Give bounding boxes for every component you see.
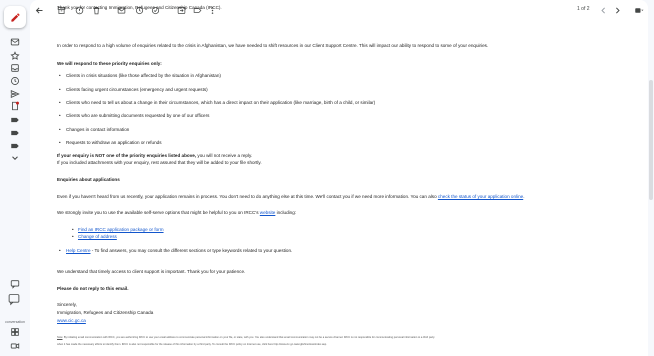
chevron-down-icon[interactable]	[9, 152, 21, 164]
website-link[interactable]: website	[260, 210, 276, 215]
newer-icon[interactable]	[598, 5, 608, 15]
understand-line: We understand that timely access to clie…	[57, 269, 246, 274]
clock-icon[interactable]	[9, 75, 21, 87]
invite-paragraph: We strongly invite you to use the availa…	[57, 210, 296, 216]
bullet: •	[59, 100, 61, 105]
status-end: .	[523, 194, 525, 199]
help-centre-line: Help Centre - To find answers, you may c…	[66, 248, 292, 254]
change-address-link[interactable]: Change of address	[78, 234, 117, 240]
help-centre-rest: - To find answers, you may consult the d…	[90, 248, 293, 253]
do-not-reply: Please do not reply to this email.	[57, 286, 129, 291]
inbox-alt-icon[interactable]	[9, 62, 21, 74]
older-icon[interactable]	[612, 5, 622, 15]
left-rail: conversation	[0, 0, 30, 356]
sincerely: Sincerely,	[57, 302, 77, 307]
compose-button[interactable]	[4, 6, 26, 28]
inbox-icon[interactable]	[9, 36, 21, 48]
scroll-thumb[interactable]	[649, 80, 653, 200]
chat-icon[interactable]	[9, 278, 21, 290]
greeting-line: Thank you for contacting Immigration, Re…	[57, 5, 222, 10]
star-icon[interactable]	[9, 50, 21, 62]
attachments-line: If you included attachments with your en…	[57, 160, 262, 165]
bullet: •	[59, 73, 61, 78]
note-line-1: Note: By initiating email communication …	[57, 336, 435, 339]
pencil-icon	[10, 12, 20, 22]
signature-link[interactable]: www.cic.gc.ca	[57, 318, 86, 324]
priority-item: Requests to withdraw an application or r…	[66, 140, 162, 145]
rail-bottom-label: conversation	[5, 320, 25, 324]
priority-item: Changes in contact information	[66, 127, 130, 132]
pager-count: 1 of 2	[577, 6, 590, 12]
scrollbar[interactable]	[648, 20, 654, 356]
message-panel: 1 of 2 Thank you for contacting Immigrat…	[30, 0, 648, 356]
status-paragraph: Even if you haven't heard from us recent…	[57, 194, 524, 200]
bullet: •	[59, 127, 61, 132]
video-icon[interactable]	[9, 340, 21, 352]
enquiries-heading: Enquiries about applications	[57, 177, 120, 182]
check-status-link[interactable]: check the status of your application onl…	[438, 194, 523, 199]
not-priority-bold: If your enquiry is NOT one of the priori…	[57, 153, 197, 158]
bullet: •	[59, 87, 61, 92]
priority-heading: We will respond to these priority enquir…	[57, 61, 162, 66]
bullet: •	[59, 113, 61, 118]
label-icon[interactable]	[9, 127, 21, 139]
input-tools-icon[interactable]	[632, 5, 646, 15]
status-text: Even if you haven't heard from us recent…	[57, 194, 438, 199]
label-icon[interactable]	[9, 140, 21, 152]
priority-item: Clients in crisis situations (like those…	[66, 73, 221, 78]
bullet: •	[72, 234, 74, 239]
draft-icon[interactable]	[9, 100, 21, 112]
help-centre-link[interactable]: Help Centre	[66, 248, 91, 253]
priority-item: Clients who are submitting documents req…	[66, 113, 210, 118]
not-priority-rest: you will not receive a reply.	[196, 153, 253, 158]
not-priority-line: If your enquiry is NOT one of the priori…	[57, 153, 252, 159]
priority-item: Clients facing urgent circumstances (eme…	[66, 87, 208, 92]
back-arrow-icon[interactable]	[34, 5, 44, 15]
bullet: •	[72, 227, 74, 232]
invite-text: We strongly invite you to use the availa…	[57, 210, 260, 215]
invite-end: including:	[275, 210, 297, 215]
bullet: •	[59, 140, 61, 145]
intro-paragraph: In order to respond to a high volume of …	[57, 43, 489, 48]
note-text-1: : By initiating email communication with…	[62, 336, 435, 339]
bullet: •	[59, 248, 61, 253]
spaces-icon[interactable]	[9, 326, 21, 338]
note-line-2: when it has made the necessary efforts t…	[57, 343, 327, 346]
label-icon[interactable]	[9, 114, 21, 126]
send-icon[interactable]	[9, 88, 21, 100]
find-form-link[interactable]: Find an IRCC application package or form	[78, 227, 164, 233]
meet-icon[interactable]	[5, 292, 23, 306]
priority-item: Clients who need to tell us about a chan…	[66, 100, 376, 105]
signature: Immigration, Refugees and Citizenship Ca…	[57, 310, 154, 315]
